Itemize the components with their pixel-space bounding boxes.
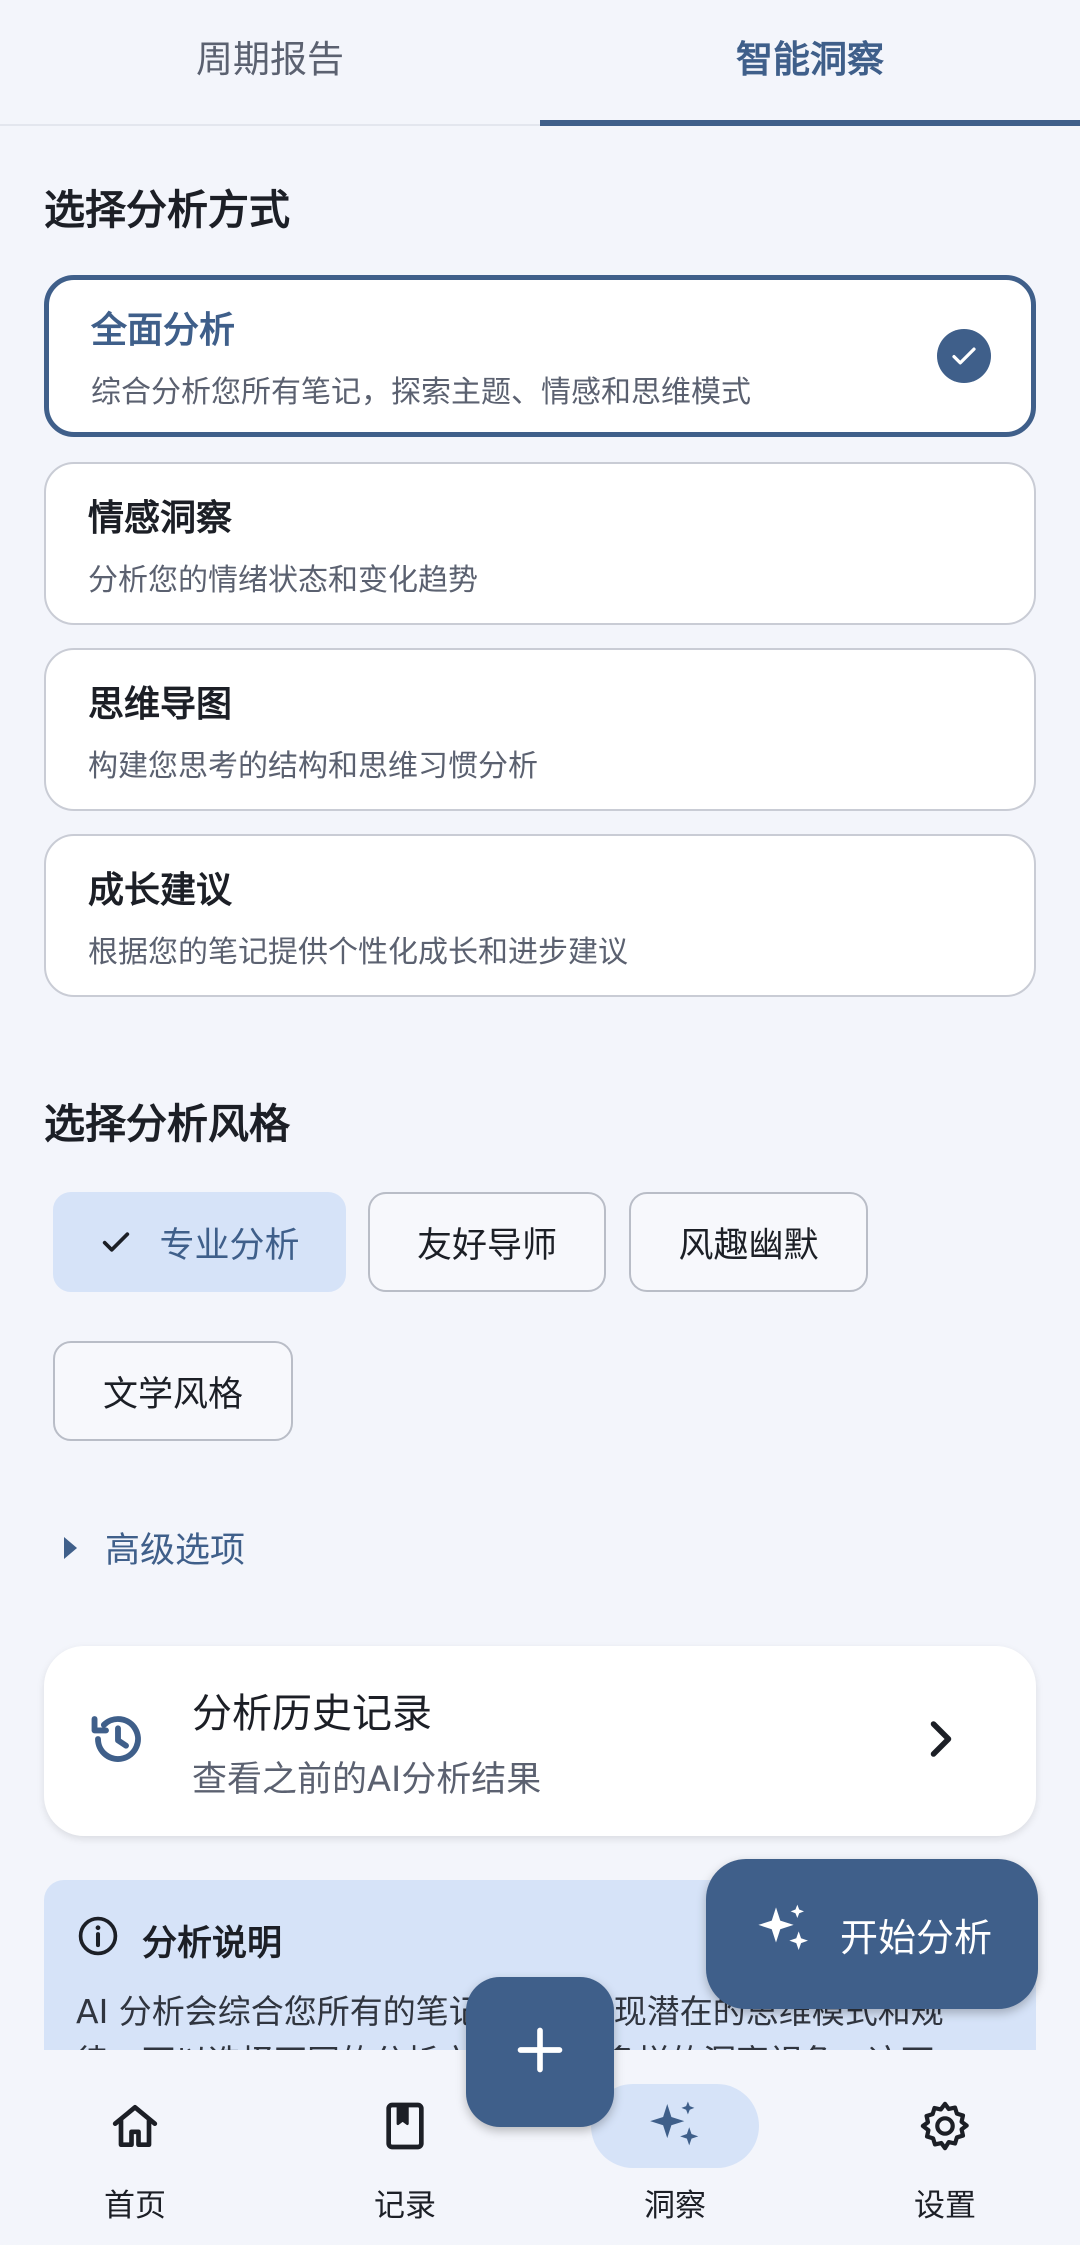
info-title: 分析说明 <box>142 1924 283 1964</box>
nav-label: 记录 <box>374 2188 436 2224</box>
add-note-button[interactable] <box>466 1977 614 2127</box>
method-card-mindmap[interactable]: 思维导图 构建您思考的结构和思维习惯分析 <box>44 648 1036 811</box>
advanced-options-label: 高级选项 <box>105 1531 246 1571</box>
advanced-options-toggle[interactable]: 高级选项 <box>64 1522 245 1573</box>
analysis-history-card[interactable]: 分析历史记录 查看之前的AI分析结果 <box>44 1646 1036 1836</box>
method-card-title: 全面分析 <box>91 310 236 351</box>
gear-icon <box>861 2084 1029 2168</box>
sparkle-icon <box>591 2084 759 2168</box>
history-title: 分析历史记录 <box>192 1690 432 1737</box>
style-chip-literary[interactable]: 文学风格 <box>53 1341 293 1441</box>
info-icon <box>76 1914 142 1967</box>
style-chip-friendly-mentor[interactable]: 友好导师 <box>368 1192 606 1292</box>
nav-label: 洞察 <box>644 2188 706 2224</box>
style-section-title: 选择分析风格 <box>44 1100 290 1148</box>
selected-check-icon <box>937 329 991 383</box>
method-card-desc: 分析您的情绪状态和变化趋势 <box>88 562 478 598</box>
sparkle-icon <box>752 1898 840 1971</box>
chip-label: 友好导师 <box>416 1225 557 1266</box>
method-card-title: 情感洞察 <box>88 497 233 539</box>
tab-periodic-report[interactable]: 周期报告 <box>0 0 540 124</box>
start-analysis-label: 开始分析 <box>839 1915 992 1960</box>
nav-item-home[interactable]: 首页 <box>0 2050 270 2245</box>
chevron-right-icon <box>926 1719 956 1763</box>
notebook-icon <box>321 2084 489 2168</box>
method-section-title: 选择分析方式 <box>44 186 290 234</box>
method-card-growth[interactable]: 成长建议 根据您的笔记提供个性化成长和进步建议 <box>44 834 1036 997</box>
method-card-desc: 根据您的笔记提供个性化成长和进步建议 <box>88 934 628 970</box>
chip-label: 风趣幽默 <box>678 1225 819 1266</box>
chip-label: 文学风格 <box>102 1374 243 1415</box>
expand-triangle-icon <box>64 1536 77 1559</box>
top-tabs: 周期报告 智能洞察 <box>0 0 1080 126</box>
home-icon <box>51 2084 219 2168</box>
chip-label: 专业分析 <box>159 1225 300 1266</box>
check-icon <box>99 1225 133 1259</box>
style-chip-professional[interactable]: 专业分析 <box>53 1192 346 1292</box>
plus-icon <box>514 2024 566 2080</box>
method-card-desc: 构建您思考的结构和思维习惯分析 <box>88 748 538 784</box>
history-icon <box>86 1707 150 1775</box>
nav-label: 首页 <box>104 2188 166 2224</box>
method-card-title: 思维导图 <box>88 683 233 725</box>
history-subtitle: 查看之前的AI分析结果 <box>192 1759 542 1800</box>
nav-label: 设置 <box>914 2188 976 2224</box>
method-card-comprehensive[interactable]: 全面分析 综合分析您所有笔记，探索主题、情感和思维模式 <box>44 275 1036 437</box>
tab-smart-insight[interactable]: 智能洞察 <box>540 0 1080 126</box>
method-card-emotion[interactable]: 情感洞察 分析您的情绪状态和变化趋势 <box>44 462 1036 625</box>
method-card-desc: 综合分析您所有笔记，探索主题、情感和思维模式 <box>91 375 751 410</box>
nav-item-settings[interactable]: 设置 <box>810 2050 1080 2245</box>
start-analysis-button[interactable]: 开始分析 <box>706 1859 1038 2009</box>
style-chip-humorous[interactable]: 风趣幽默 <box>629 1192 868 1292</box>
method-card-title: 成长建议 <box>88 869 233 911</box>
